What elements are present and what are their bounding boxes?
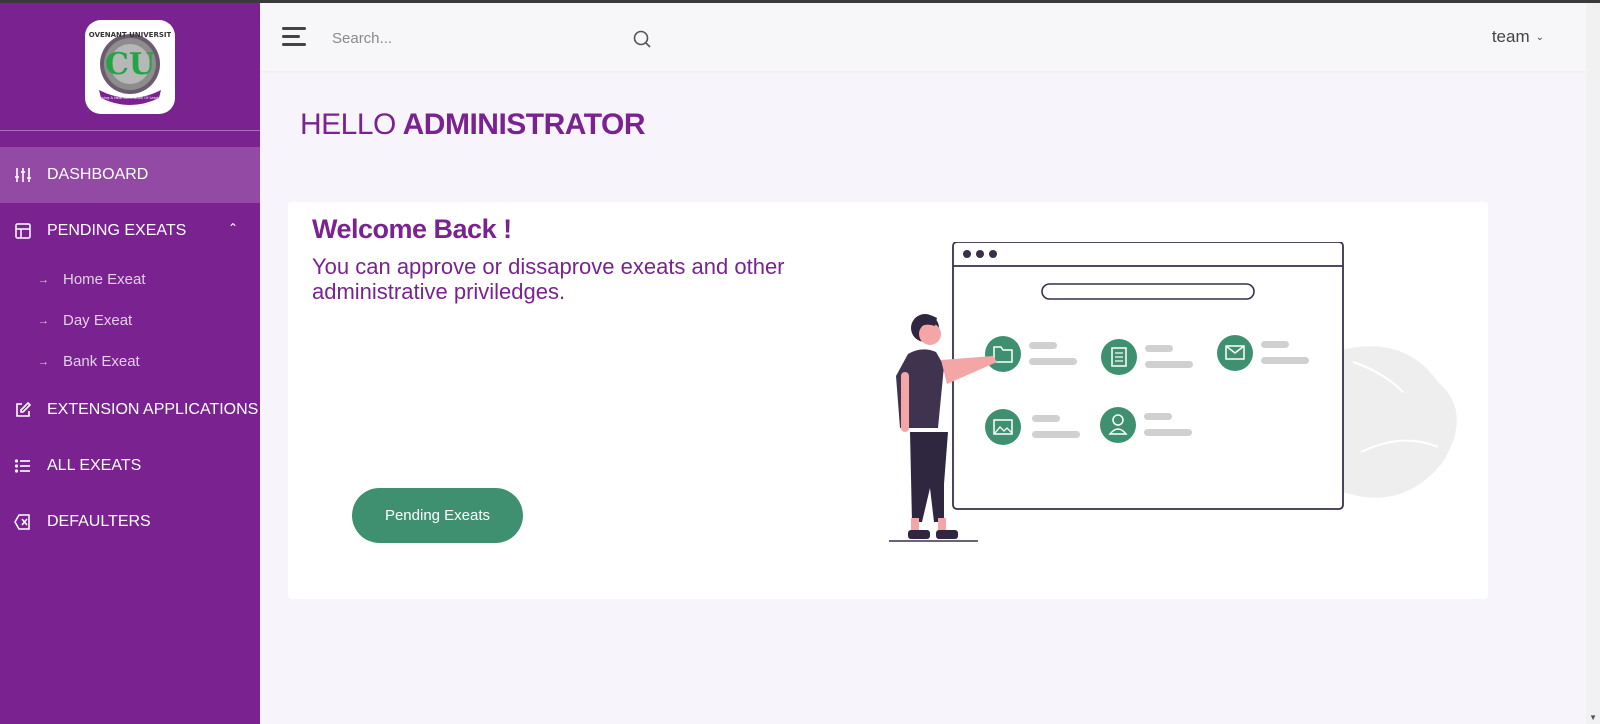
svg-text:CU: CU <box>105 47 155 82</box>
sidebar: CU COVENANT UNIVERSITY Raising A New Gen… <box>0 3 260 724</box>
top-header: team ⌄ <box>260 3 1586 71</box>
nav-extension-label: EXTENSION APPLICATIONS <box>47 401 259 418</box>
menu-toggle-icon[interactable] <box>282 27 306 47</box>
logo-area: CU COVENANT UNIVERSITY Raising A New Gen… <box>0 3 260 131</box>
sub-item-day-exeat[interactable]: → Day Exeat <box>0 300 260 341</box>
nav-defaulters[interactable]: DEFAULTERS <box>0 494 260 550</box>
scroll-down-icon[interactable]: ▼ <box>1589 713 1597 722</box>
nav-pending-exeats[interactable]: PENDING EXEATS ⌃ <box>0 203 260 259</box>
sub-item-label: Bank Exeat <box>63 353 140 370</box>
list-icon <box>13 456 33 476</box>
page-scrollbar[interactable]: ▼ <box>1586 3 1600 724</box>
dashboard-illustration <box>889 242 1457 542</box>
pending-exeats-button[interactable]: Pending Exeats <box>352 488 523 543</box>
greeting-role: ADMINISTRATOR <box>402 108 646 141</box>
svg-text:COVENANT UNIVERSITY: COVENANT UNIVERSITY <box>89 31 171 39</box>
arrow-right-icon: → <box>38 314 49 327</box>
nav-defaulters-label: DEFAULTERS <box>47 513 151 530</box>
nav-pending-exeats-label: PENDING EXEATS <box>47 222 187 239</box>
welcome-card: Welcome Back ! You can approve or dissap… <box>288 202 1488 599</box>
search-input[interactable] <box>332 23 632 53</box>
sub-item-bank-exeat[interactable]: → Bank Exeat <box>0 341 260 382</box>
browser-window <box>952 242 1344 510</box>
greeting-hello: HELLO <box>300 108 396 141</box>
sliders-icon <box>13 165 33 185</box>
nav-dashboard[interactable]: DASHBOARD <box>0 147 260 203</box>
layout-icon <box>13 221 33 241</box>
arrow-right-icon: → <box>38 355 49 368</box>
crest-icon: CU COVENANT UNIVERSITY Raising A New Gen… <box>89 31 171 105</box>
leaf-decoration <box>1325 346 1457 498</box>
svg-text:Raising A New Generation Of Le: Raising A New Generation Of Leaders <box>96 96 164 100</box>
sub-item-label: Home Exeat <box>63 271 146 288</box>
sub-item-home-exeat[interactable]: → Home Exeat <box>0 259 260 300</box>
nav-all-exeats[interactable]: ALL EXEATS <box>0 438 260 494</box>
user-name: team <box>1491 27 1530 46</box>
welcome-text: You can approve or dissaprove exeats and… <box>312 254 785 304</box>
search-icon[interactable] <box>632 29 652 49</box>
page-title: HELLO ADMINISTRATOR <box>300 108 646 142</box>
sub-item-label: Day Exeat <box>63 312 133 329</box>
chevron-down-icon: ⌄ <box>1535 31 1544 43</box>
nav-dashboard-label: DASHBOARD <box>47 166 149 183</box>
user-menu[interactable]: team ⌄ <box>1492 27 1544 47</box>
nav-extension-applications[interactable]: EXTENSION APPLICATIONS <box>0 382 260 438</box>
x-square-icon <box>13 512 33 532</box>
chevron-up-icon[interactable]: ⌃ <box>228 221 238 235</box>
arrow-right-icon: → <box>38 273 49 286</box>
edit-icon <box>13 400 33 420</box>
welcome-title: Welcome Back ! <box>312 214 512 244</box>
university-logo[interactable]: CU COVENANT UNIVERSITY Raising A New Gen… <box>85 19 175 114</box>
nav-all-exeats-label: ALL EXEATS <box>47 457 142 474</box>
